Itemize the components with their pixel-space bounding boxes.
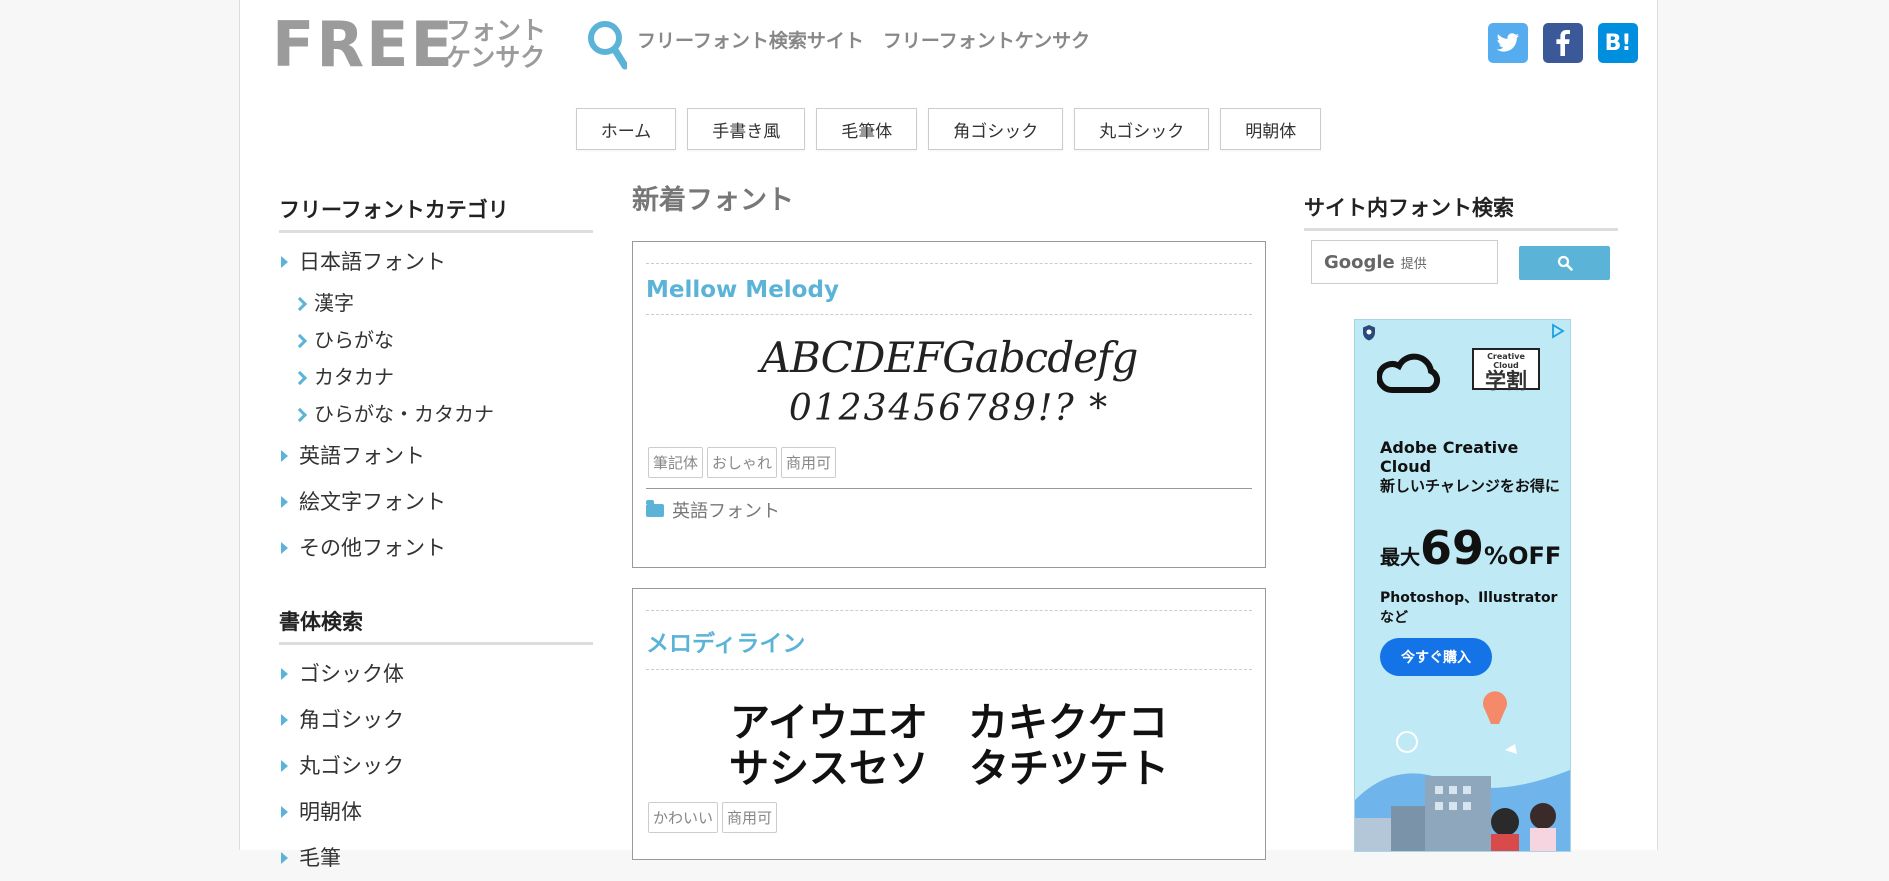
- google-logo: Google: [1324, 251, 1395, 273]
- style-widget-title: 書体検索: [279, 606, 593, 645]
- category-hirakata[interactable]: ひらがな・カタカナ: [279, 396, 593, 433]
- sample-line-1: アイウエオ カキクケコ: [730, 700, 1168, 746]
- category-hirakata-label: ひらがな・カタカナ: [314, 402, 494, 426]
- post-title[interactable]: Mellow Melody: [633, 264, 1265, 314]
- ad-copy: 新しいチャレンジをお得に: [1380, 477, 1560, 495]
- adobe-ad-banner[interactable]: Creative Cloud 学割 Adobe Creative Cloud 新…: [1354, 319, 1571, 852]
- category-hiragana-label: ひらがな: [314, 328, 394, 352]
- post-title[interactable]: メロディライン: [633, 611, 1265, 669]
- post-category-link[interactable]: 英語フォント: [633, 489, 1265, 531]
- post-card: メロディライン アイウエオ カキクケコ サシスセソ タチツテト かわいい 商用可: [632, 588, 1266, 860]
- site-logo[interactable]: FREE フォント ケンサク: [272, 8, 627, 81]
- chevron-right-icon: [292, 407, 308, 423]
- nav-mincho[interactable]: 明朝体: [1220, 108, 1322, 150]
- search-widget-title: サイト内フォント検索: [1304, 192, 1618, 231]
- logo-free-text: FREE: [272, 8, 455, 81]
- magnifier-logo-icon: [588, 21, 627, 70]
- ad-illustration: [1355, 691, 1570, 851]
- sample-line-2: 0123456789!? *: [788, 388, 1110, 429]
- tag-commercial-ok[interactable]: 商用可: [781, 447, 837, 478]
- ad-discount: 最大69%OFF: [1380, 525, 1561, 571]
- category-katakana[interactable]: カタカナ: [279, 359, 593, 396]
- font-sample-image[interactable]: ABCDEFGabcdefg 0123456789!? *: [633, 315, 1265, 447]
- facebook-button[interactable]: [1543, 23, 1583, 63]
- logo-jp-text: フォント ケンサク: [446, 17, 546, 71]
- sample-line-1: ABCDEFGabcdefg: [760, 333, 1139, 382]
- font-sample-image[interactable]: アイウエオ カキクケコ サシスセソ タチツテト: [633, 670, 1265, 802]
- ad-apps: Photoshop、Illustratorなど: [1380, 590, 1558, 626]
- main-content: 新着フォント: [632, 178, 1266, 217]
- buy-now-button[interactable]: 今すぐ購入: [1380, 638, 1492, 676]
- category-katakana-label: カタカナ: [314, 365, 394, 389]
- search-button[interactable]: [1519, 246, 1610, 280]
- style-square-gothic[interactable]: 角ゴシック: [279, 697, 593, 743]
- ad-privacy-icon: [1363, 325, 1375, 341]
- creative-cloud-icon: [1377, 353, 1441, 394]
- category-widget: フリーフォントカテゴリ 日本語フォント 漢字 ひらがな カタカナ ひらがな・カタ…: [279, 194, 593, 571]
- adchoices-icon[interactable]: [1550, 323, 1566, 339]
- logo-jp-line1: フォント: [446, 16, 547, 45]
- category-english[interactable]: 英語フォント: [279, 433, 593, 479]
- ad-headline: Adobe Creative Cloud: [1380, 438, 1519, 476]
- sample-line-2: サシスセソ タチツテト: [729, 746, 1169, 792]
- tag-cursive[interactable]: 筆記体: [648, 447, 704, 478]
- nav-home[interactable]: ホーム: [575, 108, 677, 150]
- style-mincho[interactable]: 明朝体: [279, 789, 593, 835]
- facebook-icon: [1556, 30, 1570, 56]
- style-gothic[interactable]: ゴシック体: [279, 651, 593, 697]
- category-kanji-label: 漢字: [314, 291, 354, 315]
- category-other[interactable]: その他フォント: [279, 525, 593, 571]
- hatena-bookmark-button[interactable]: B!: [1598, 23, 1638, 63]
- google-search-input[interactable]: Google 提供: [1311, 240, 1498, 284]
- badge-brand: Creative Cloud: [1487, 352, 1525, 370]
- category-kanji[interactable]: 漢字: [279, 285, 593, 322]
- discount-suffix: %OFF: [1484, 542, 1562, 570]
- logo-jp-line2: ケンサク: [446, 43, 546, 72]
- twitter-icon: [1496, 33, 1519, 52]
- nav-round-gothic[interactable]: 丸ゴシック: [1074, 108, 1210, 150]
- category-list: 日本語フォント 漢字 ひらがな カタカナ ひらがな・カタカナ 英語フォント 絵文…: [279, 239, 593, 571]
- discount-prefix: 最大: [1380, 545, 1420, 569]
- twitter-button[interactable]: [1488, 23, 1528, 63]
- tag-commercial-ok[interactable]: 商用可: [722, 802, 778, 833]
- category-widget-title: フリーフォントカテゴリ: [279, 194, 593, 233]
- category-japanese[interactable]: 日本語フォント: [279, 239, 593, 285]
- student-discount-badge: Creative Cloud 学割: [1472, 348, 1540, 393]
- global-nav: ホーム 手書き風 毛筆体 角ゴシック 丸ゴシック 明朝体: [240, 108, 1657, 150]
- style-widget: 書体検索 ゴシック体 角ゴシック 丸ゴシック 明朝体 毛筆: [279, 606, 593, 881]
- nav-handwriting[interactable]: 手書き風: [687, 108, 806, 150]
- site-tagline: フリーフォント検索サイト フリーフォントケンサク: [637, 30, 1091, 52]
- style-round-gothic[interactable]: 丸ゴシック: [279, 743, 593, 789]
- chevron-right-icon: [292, 296, 308, 312]
- tag-stylish[interactable]: おしゃれ: [707, 447, 778, 478]
- category-emoji[interactable]: 絵文字フォント: [279, 479, 593, 525]
- powered-by-label: 提供: [1400, 256, 1427, 272]
- style-list: ゴシック体 角ゴシック 丸ゴシック 明朝体 毛筆: [279, 651, 593, 881]
- category-hiragana[interactable]: ひらがな: [279, 322, 593, 359]
- folder-icon: [646, 499, 664, 517]
- search-widget: サイト内フォント検索: [1304, 192, 1618, 231]
- search-icon: [1557, 255, 1573, 271]
- chevron-right-icon: [292, 333, 308, 349]
- tag-list: かわいい 商用可: [633, 802, 1265, 833]
- tag-cute[interactable]: かわいい: [648, 802, 719, 833]
- post-category-label: 英語フォント: [672, 501, 780, 522]
- discount-number: 69: [1420, 521, 1485, 575]
- nav-square-gothic[interactable]: 角ゴシック: [928, 108, 1064, 150]
- nav-brush[interactable]: 毛筆体: [816, 108, 918, 150]
- new-fonts-heading: 新着フォント: [632, 185, 794, 216]
- post-card: Mellow Melody ABCDEFGabcdefg 0123456789!…: [632, 241, 1266, 568]
- badge-label: 学割: [1485, 369, 1527, 393]
- tag-list: 筆記体 おしゃれ 商用可: [633, 447, 1265, 478]
- hatena-icon: B!: [1604, 30, 1632, 56]
- chevron-right-icon: [292, 370, 308, 386]
- page-container: FREE フォント ケンサク フリーフォント検索サイト フリーフォントケンサク …: [239, 0, 1658, 870]
- style-brush[interactable]: 毛筆: [279, 835, 593, 881]
